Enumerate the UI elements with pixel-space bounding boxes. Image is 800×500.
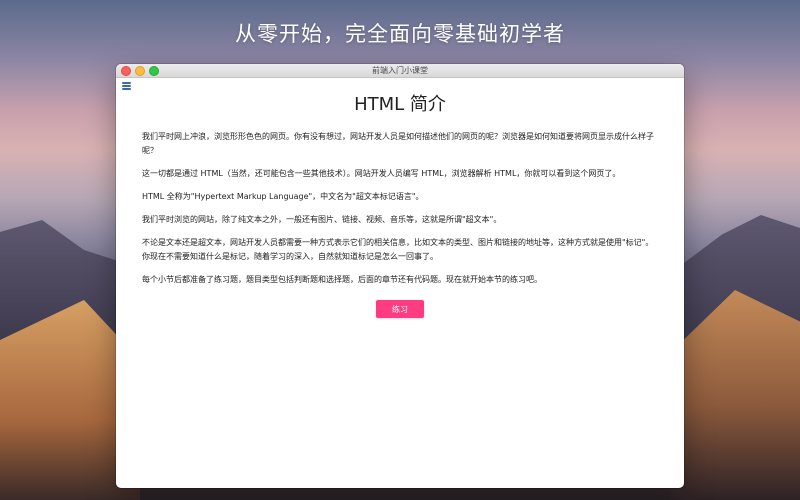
window-titlebar[interactable]: 前端入门小课堂 xyxy=(116,64,684,78)
app-window: 前端入门小课堂 HTML 简介 我们平时网上冲浪，浏览形形色色的网页。你有没有想… xyxy=(116,64,684,488)
practice-button[interactable]: 练习 xyxy=(376,300,424,318)
close-window-button[interactable] xyxy=(121,66,131,76)
practice-button-wrap: 练习 xyxy=(142,297,658,318)
lesson-content: HTML 简介 我们平时网上冲浪，浏览形形色色的网页。你有没有想过，网站开发人员… xyxy=(116,90,684,318)
traffic-lights xyxy=(121,66,159,76)
minimize-window-button[interactable] xyxy=(135,66,145,76)
desktop-background: 从零开始，完全面向零基础初学者 前端入门小课堂 HTML 简介 我们平时网上冲浪… xyxy=(0,0,800,500)
window-title: 前端入门小课堂 xyxy=(372,66,428,75)
paragraph: 我们平时网上冲浪，浏览形形色色的网页。你有没有想过，网站开发人员是如何描述他们的… xyxy=(142,132,654,155)
promo-headline: 从零开始，完全面向零基础初学者 xyxy=(235,22,565,46)
paragraph: 我们平时浏览的网站，除了纯文本之外，一般还有图片、链接、视频、音乐等，这就是所谓… xyxy=(142,215,502,224)
paragraph: 不论是文本还是超文本，网站开发人员都需要一种方式表示它们的相关信息，比如文本的类… xyxy=(142,238,654,261)
maximize-window-button[interactable] xyxy=(149,66,159,76)
hamburger-menu-icon[interactable] xyxy=(122,82,131,90)
page-title: HTML 简介 xyxy=(354,94,446,115)
paragraph: HTML 全称为"Hypertext Markup Language"，中文名为… xyxy=(142,192,424,201)
paragraph: 每个小节后都准备了练习题，题目类型包括判断题和选择题，后面的章节还有代码题。现在… xyxy=(142,275,542,284)
paragraph: 这一切都是通过 HTML（当然，还可能包含一些其他技术）。网站开发人员编写 HT… xyxy=(142,169,621,178)
